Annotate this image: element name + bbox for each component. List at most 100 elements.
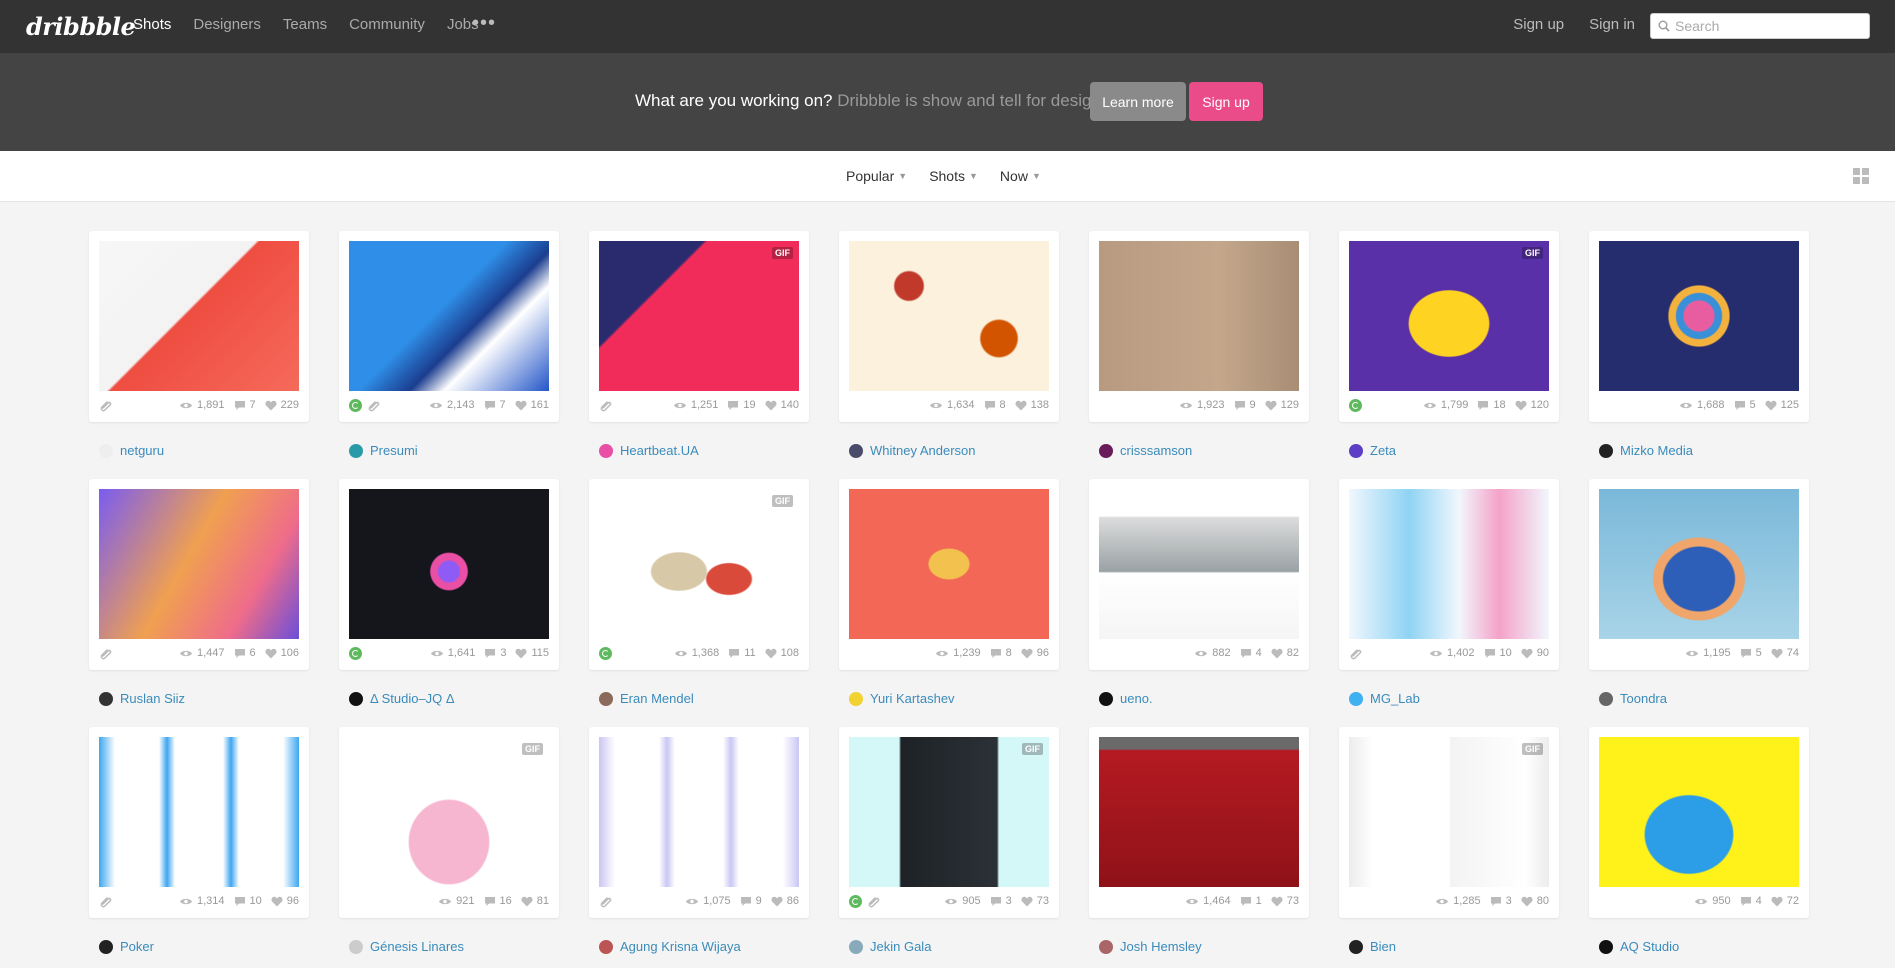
avatar[interactable] [1599, 443, 1613, 458]
attachment-icon[interactable] [367, 399, 381, 412]
heart-icon[interactable] [1271, 896, 1283, 907]
author-name[interactable]: Yuri Kartashev [870, 691, 955, 706]
learn-more-button[interactable]: Learn more [1090, 82, 1186, 121]
avatar[interactable] [1099, 443, 1113, 458]
shot-author[interactable]: Presumi [349, 443, 418, 458]
attachment-icon[interactable] [599, 895, 613, 908]
shot-author[interactable]: Jekin Gala [849, 939, 931, 954]
author-name[interactable]: Agung Krisna Wijaya [620, 939, 741, 954]
shot-author[interactable]: MG_Lab [1349, 691, 1420, 706]
shot-author[interactable]: Mizko Media [1599, 443, 1693, 458]
shot-thumbnail[interactable] [1349, 489, 1549, 639]
avatar[interactable] [599, 939, 613, 954]
avatar[interactable] [349, 691, 363, 706]
shot-thumbnail[interactable]: GIF [599, 241, 799, 391]
shot-thumbnail[interactable] [99, 241, 299, 391]
shot-author[interactable]: Zeta [1349, 443, 1396, 458]
heart-icon[interactable] [1271, 648, 1283, 659]
heart-icon[interactable] [765, 400, 777, 411]
shot-thumbnail[interactable] [599, 737, 799, 887]
avatar[interactable] [849, 443, 863, 458]
filter-popular[interactable]: Popular ▼ [846, 168, 907, 184]
avatar[interactable] [349, 443, 363, 458]
author-name[interactable]: Mizko Media [1620, 443, 1693, 458]
nav-signup-link[interactable]: Sign up [1513, 16, 1564, 33]
author-name[interactable]: Zeta [1370, 443, 1396, 458]
rebound-icon[interactable] [599, 647, 612, 660]
author-name[interactable]: Toondra [1620, 691, 1667, 706]
author-name[interactable]: Josh Hemsley [1120, 939, 1202, 954]
shot-author[interactable]: Eran Mendel [599, 691, 694, 706]
avatar[interactable] [1099, 691, 1113, 706]
heart-icon[interactable] [515, 400, 527, 411]
attachment-icon[interactable] [867, 895, 881, 908]
shot-author[interactable]: Yuri Kartashev [849, 691, 955, 706]
shot-thumbnail[interactable]: GIF [849, 737, 1049, 887]
author-name[interactable]: crisssamson [1120, 443, 1192, 458]
heart-icon[interactable] [1015, 400, 1027, 411]
rebound-icon[interactable] [349, 399, 362, 412]
shot-author[interactable]: Agung Krisna Wijaya [599, 939, 741, 954]
attachment-icon[interactable] [99, 895, 113, 908]
avatar[interactable] [1599, 939, 1613, 954]
shot-thumbnail[interactable]: GIF [599, 489, 799, 639]
author-name[interactable]: ueno. [1120, 691, 1153, 706]
avatar[interactable] [1099, 939, 1113, 954]
author-name[interactable]: Δ Studio–JQ Δ [370, 691, 455, 706]
author-name[interactable]: Bien [1370, 939, 1396, 954]
shot-thumbnail[interactable]: GIF [1349, 241, 1549, 391]
shot-thumbnail[interactable]: GIF [1349, 737, 1549, 887]
shot-author[interactable]: Bien [1349, 939, 1396, 954]
attachment-icon[interactable] [1349, 647, 1363, 660]
author-name[interactable]: MG_Lab [1370, 691, 1420, 706]
grid-view-icon[interactable] [1853, 168, 1869, 184]
search-box[interactable] [1650, 13, 1870, 39]
avatar[interactable] [849, 691, 863, 706]
author-name[interactable]: Eran Mendel [620, 691, 694, 706]
author-name[interactable]: AQ Studio [1620, 939, 1679, 954]
heart-icon[interactable] [1765, 400, 1777, 411]
heart-icon[interactable] [1021, 896, 1033, 907]
heart-icon[interactable] [1021, 648, 1033, 659]
shot-thumbnail[interactable] [99, 489, 299, 639]
heart-icon[interactable] [765, 648, 777, 659]
heart-icon[interactable] [521, 896, 533, 907]
heart-icon[interactable] [265, 400, 277, 411]
author-name[interactable]: netguru [120, 443, 164, 458]
shot-author[interactable]: netguru [99, 443, 164, 458]
shot-author[interactable]: Δ Studio–JQ Δ [349, 691, 455, 706]
avatar[interactable] [99, 443, 113, 458]
nav-signin-link[interactable]: Sign in [1589, 16, 1635, 33]
shot-thumbnail[interactable] [349, 489, 549, 639]
search-input[interactable] [1675, 16, 1865, 36]
heart-icon[interactable] [1521, 896, 1533, 907]
avatar[interactable] [1349, 939, 1363, 954]
rebound-icon[interactable] [349, 647, 362, 660]
author-name[interactable]: Whitney Anderson [870, 443, 976, 458]
avatar[interactable] [99, 691, 113, 706]
shot-thumbnail[interactable] [1599, 489, 1799, 639]
heart-icon[interactable] [1265, 400, 1277, 411]
shot-author[interactable]: Whitney Anderson [849, 443, 976, 458]
avatar[interactable] [599, 691, 613, 706]
shot-author[interactable]: Toondra [1599, 691, 1667, 706]
shot-thumbnail[interactable] [1599, 737, 1799, 887]
shot-author[interactable]: Josh Hemsley [1099, 939, 1202, 954]
author-name[interactable]: Ruslan Siiz [120, 691, 185, 706]
heart-icon[interactable] [1771, 896, 1783, 907]
heart-icon[interactable] [271, 896, 283, 907]
author-name[interactable]: Heartbeat.UA [620, 443, 699, 458]
rebound-icon[interactable] [849, 895, 862, 908]
shot-thumbnail[interactable] [349, 241, 549, 391]
heart-icon[interactable] [1515, 400, 1527, 411]
shot-author[interactable]: AQ Studio [1599, 939, 1679, 954]
attachment-icon[interactable] [99, 647, 113, 660]
shot-author[interactable]: Génesis Linares [349, 939, 464, 954]
dribbble-logo[interactable]: dribbble [26, 12, 136, 41]
shot-author[interactable]: Poker [99, 939, 154, 954]
avatar[interactable] [1349, 691, 1363, 706]
attachment-icon[interactable] [99, 399, 113, 412]
avatar[interactable] [99, 939, 113, 954]
author-name[interactable]: Jekin Gala [870, 939, 931, 954]
rebound-icon[interactable] [1349, 399, 1362, 412]
